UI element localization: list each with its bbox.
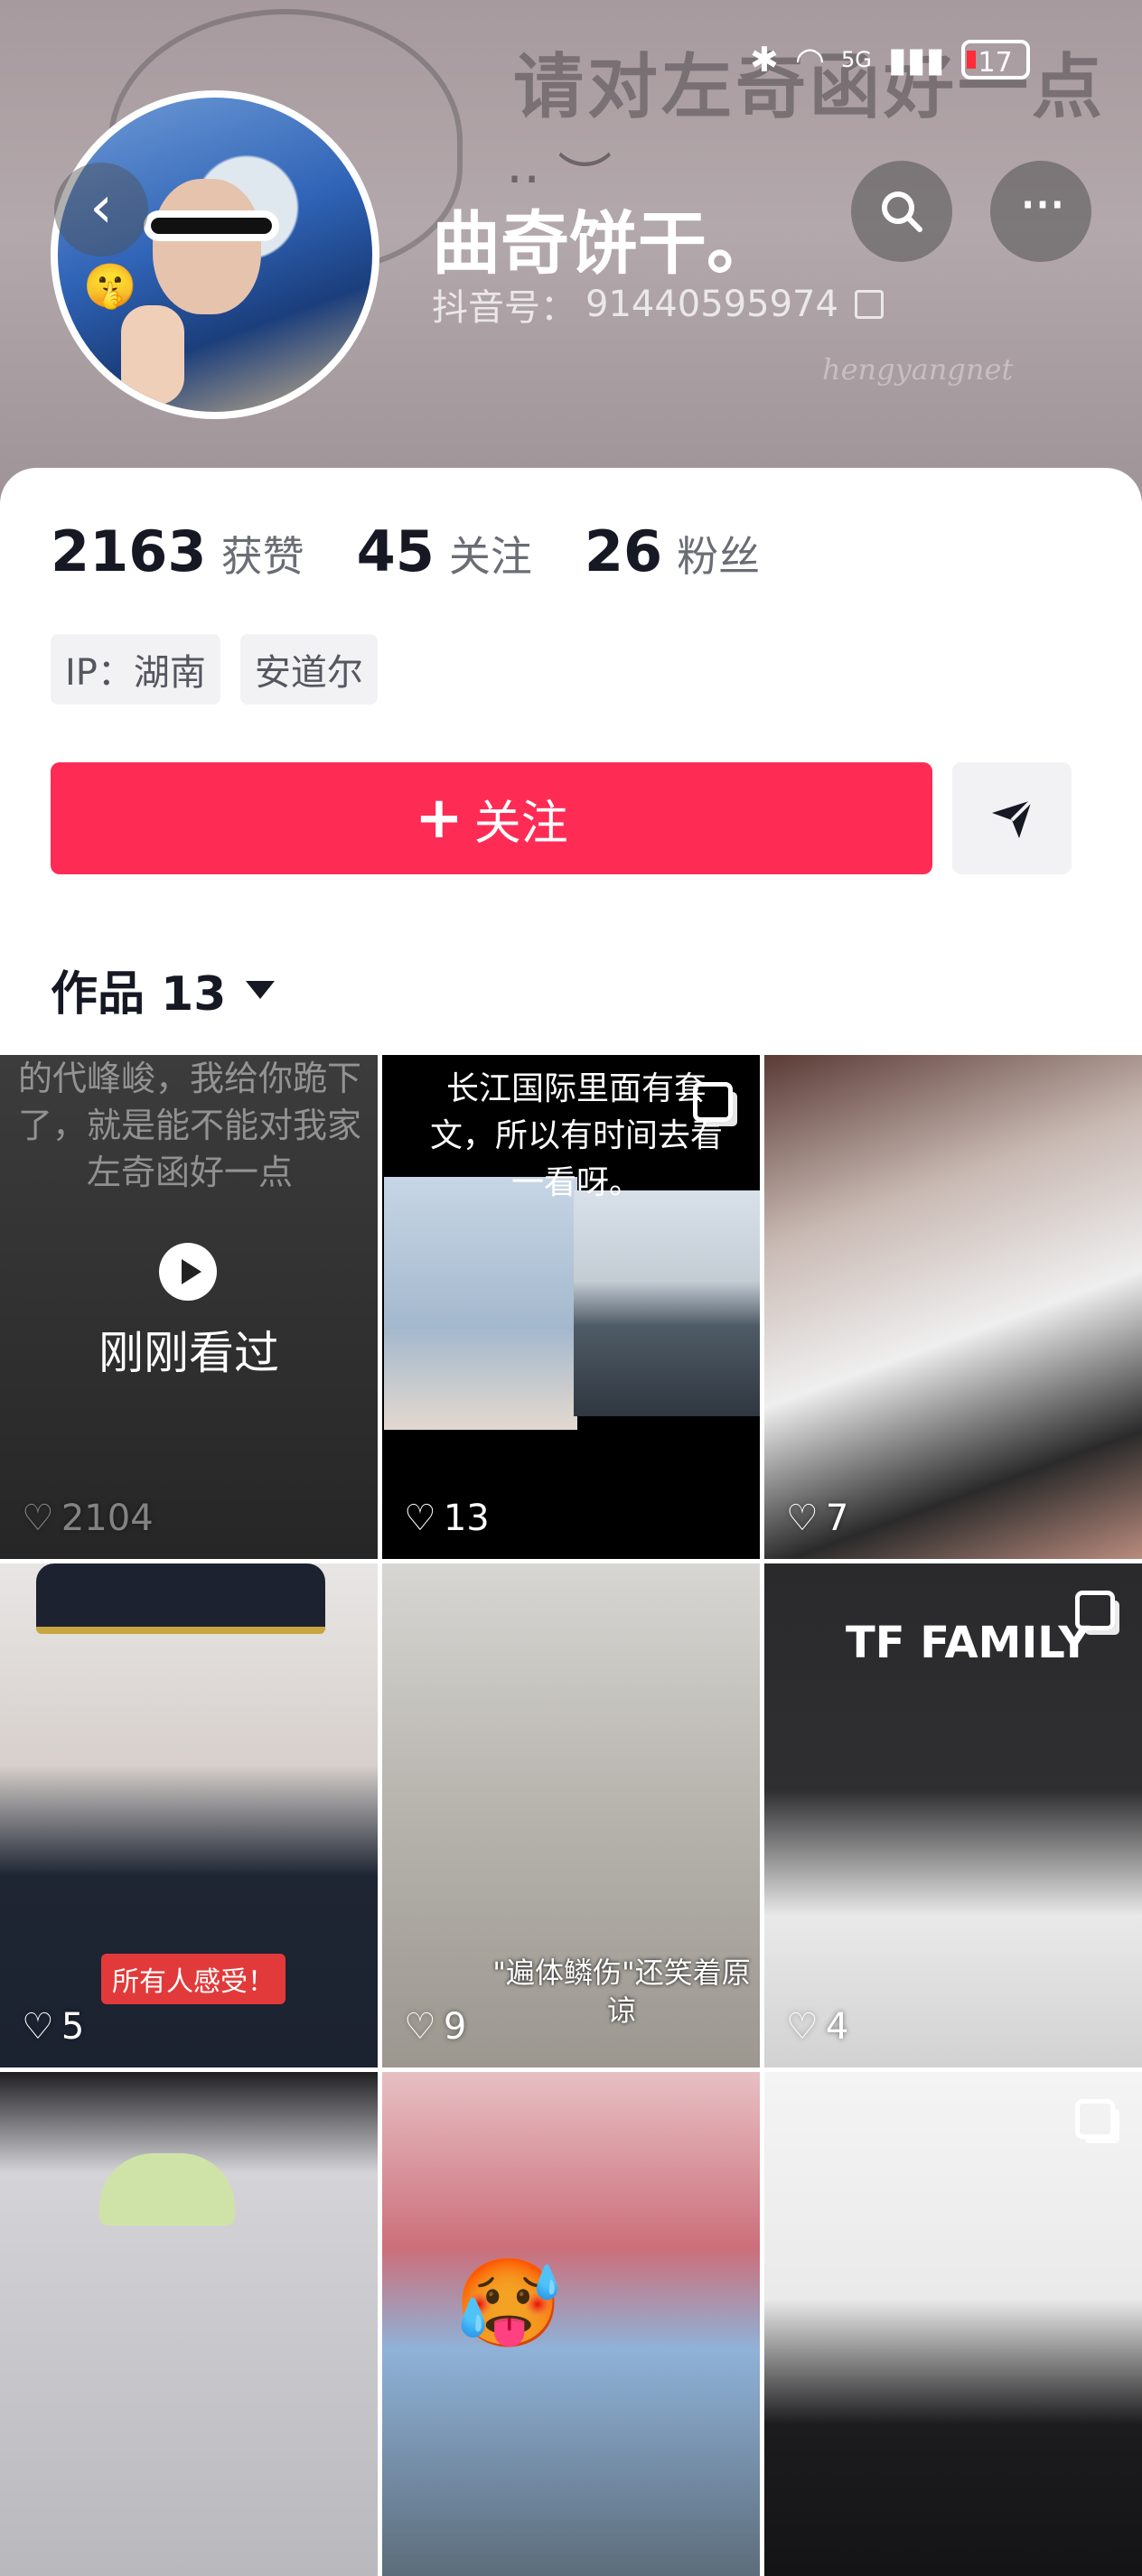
signal-icon: ▮▮▮ bbox=[887, 40, 945, 79]
copy-icon[interactable] bbox=[854, 290, 884, 319]
douyin-id-label: 抖音号： bbox=[432, 287, 576, 329]
video-overlay-text: 长江国际里面有套文，所以有时间去看一看呀。 bbox=[429, 1070, 723, 1201]
follow-button[interactable]: + 关注 bbox=[51, 762, 932, 874]
network-label: 5G bbox=[841, 47, 872, 72]
heart-icon: ♡ bbox=[404, 2006, 436, 2048]
smile-emoji-icon: 🤫 bbox=[83, 261, 137, 312]
pilot-cap bbox=[36, 1563, 325, 1634]
bluetooth-icon: ✱ bbox=[750, 40, 779, 79]
more-dots-icon: ··· bbox=[1018, 173, 1066, 239]
plus-icon: + bbox=[415, 785, 463, 852]
video-overlay-text: 的代峰峻，我给你跪下了，就是能不能对我家左奇函好一点 bbox=[18, 1059, 362, 1192]
multi-image-icon bbox=[1075, 1591, 1115, 1630]
video-tile[interactable] bbox=[764, 2072, 1142, 2576]
video-tile[interactable]: 所有人感受！ ♡ 5 bbox=[0, 1563, 378, 2067]
wifi-icon: ◠ bbox=[794, 40, 826, 79]
video-tile[interactable]: 的代峰峻，我给你跪下了，就是能不能对我家左奇函好一点 刚刚看过 ♡ 2104 bbox=[0, 1055, 378, 1559]
tab-works[interactable]: 作品 13 bbox=[51, 956, 276, 1023]
recently-viewed-label: 刚刚看过 bbox=[98, 1327, 279, 1379]
stat-followers[interactable]: 26 粉丝 bbox=[585, 518, 760, 584]
profile-name: 曲奇饼干。 bbox=[432, 203, 775, 284]
heart-icon: ♡ bbox=[22, 2006, 54, 2048]
battery-level: 17 bbox=[978, 47, 1013, 79]
profile-header: ·· ︶ 请对左奇函好一点 hengyangnet ✱ ◠ 5G ▮▮▮ 17 … bbox=[0, 0, 1142, 506]
video-caption: "遍体鳞伤"还笑着原谅 bbox=[492, 1955, 751, 2028]
ip-location-tag: IP：湖南 bbox=[51, 634, 220, 705]
back-button[interactable]: ‹ bbox=[54, 163, 148, 257]
profile-tags: IP：湖南 安道尔 bbox=[51, 634, 378, 705]
video-banner-text: 所有人感受！ bbox=[101, 1954, 286, 2004]
search-icon bbox=[882, 191, 922, 232]
battery-icon: 17 bbox=[960, 40, 1030, 79]
video-grid: 的代峰峻，我给你跪下了，就是能不能对我家左奇函好一点 刚刚看过 ♡ 2104 长江… bbox=[0, 1055, 1142, 2576]
video-likes: ♡ 7 bbox=[786, 1498, 849, 1539]
city-photo bbox=[574, 1190, 760, 1416]
video-tile[interactable]: TF FAMILY ♡ 4 bbox=[764, 1563, 1142, 2067]
stat-likes[interactable]: 2163 获赞 bbox=[51, 518, 304, 584]
video-likes: ♡ 2104 bbox=[22, 1498, 154, 1539]
search-button[interactable] bbox=[851, 161, 952, 262]
heart-icon: ♡ bbox=[786, 2006, 819, 2048]
video-logo-text: TF FAMILY bbox=[846, 1618, 1091, 1668]
multi-image-icon bbox=[693, 1082, 733, 1122]
video-tile[interactable]: 🥵 bbox=[382, 2072, 760, 2576]
heart-icon: ♡ bbox=[22, 1498, 54, 1539]
video-tile[interactable]: "遍体鳞伤"还笑着原谅 ♡ 9 bbox=[382, 1563, 760, 2067]
message-button[interactable] bbox=[952, 762, 1072, 874]
follow-label: 关注 bbox=[473, 796, 568, 851]
region-tag: 安道尔 bbox=[239, 634, 378, 705]
douyin-id-value: 91440595974 bbox=[585, 284, 838, 325]
video-tile[interactable]: 长江国际里面有套文，所以有时间去看一看呀。 ♡ 13 bbox=[382, 1055, 760, 1559]
more-button[interactable]: ··· bbox=[990, 161, 1091, 262]
play-icon bbox=[159, 1243, 217, 1301]
group-photo bbox=[384, 1177, 577, 1430]
video-likes: ♡ 5 bbox=[22, 2006, 85, 2048]
profile-stats: 2163 获赞 45 关注 26 粉丝 bbox=[51, 518, 760, 584]
hot-face-emoji-icon: 🥵 bbox=[454, 2253, 563, 2354]
status-icons: ✱ ◠ 5G ▮▮▮ 17 bbox=[750, 40, 1030, 79]
stat-following[interactable]: 45 关注 bbox=[357, 518, 532, 584]
multi-image-icon bbox=[1075, 2099, 1115, 2139]
video-tile[interactable]: ♡ 7 bbox=[764, 1055, 1142, 1559]
douyin-id[interactable]: 抖音号： 91440595974 bbox=[432, 278, 884, 331]
video-likes: ♡ 13 bbox=[404, 1498, 490, 1539]
video-likes: ♡ 9 bbox=[404, 2006, 467, 2048]
video-tile[interactable] bbox=[0, 2072, 378, 2576]
send-icon bbox=[992, 798, 1034, 838]
video-likes: ♡ 4 bbox=[786, 2006, 849, 2048]
christmas-hat bbox=[99, 2153, 235, 2226]
works-tab-label: 作品 13 bbox=[51, 967, 227, 1022]
chevron-left-icon: ‹ bbox=[89, 174, 113, 241]
heart-icon: ♡ bbox=[404, 1498, 436, 1539]
caret-down-icon bbox=[246, 980, 276, 999]
cover-watermark: hengyangnet bbox=[822, 352, 1014, 387]
heart-icon: ♡ bbox=[786, 1498, 819, 1539]
